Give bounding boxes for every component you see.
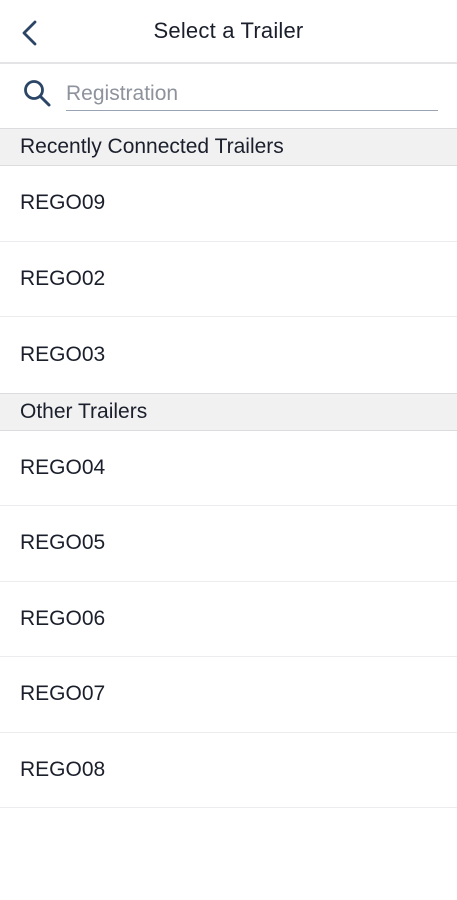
trailer-list-item[interactable]: REGO04 — [0, 431, 457, 506]
trailer-list-item[interactable]: REGO09 — [0, 166, 457, 242]
other-trailers-section: Other Trailers REGO04 REGO05 REGO06 REGO… — [0, 392, 457, 808]
section-header-other: Other Trailers — [0, 392, 457, 431]
section-header-recent: Recently Connected Trailers — [0, 128, 457, 166]
trailer-list-item[interactable]: REGO03 — [0, 317, 457, 393]
recent-trailers-section: Recently Connected Trailers REGO09 REGO0… — [0, 128, 457, 393]
search-icon — [24, 80, 51, 107]
trailer-list-item[interactable]: REGO07 — [0, 657, 457, 733]
search-bar — [0, 64, 457, 128]
trailer-list-item[interactable]: REGO05 — [0, 506, 457, 582]
registration-search-input[interactable] — [66, 78, 438, 111]
top-bar: Select a Trailer — [0, 0, 457, 64]
trailer-list-item[interactable]: REGO06 — [0, 582, 457, 657]
trailer-list-item[interactable]: REGO02 — [0, 242, 457, 317]
trailer-list-item[interactable]: REGO08 — [0, 733, 457, 808]
page-title: Select a Trailer — [153, 18, 304, 43]
